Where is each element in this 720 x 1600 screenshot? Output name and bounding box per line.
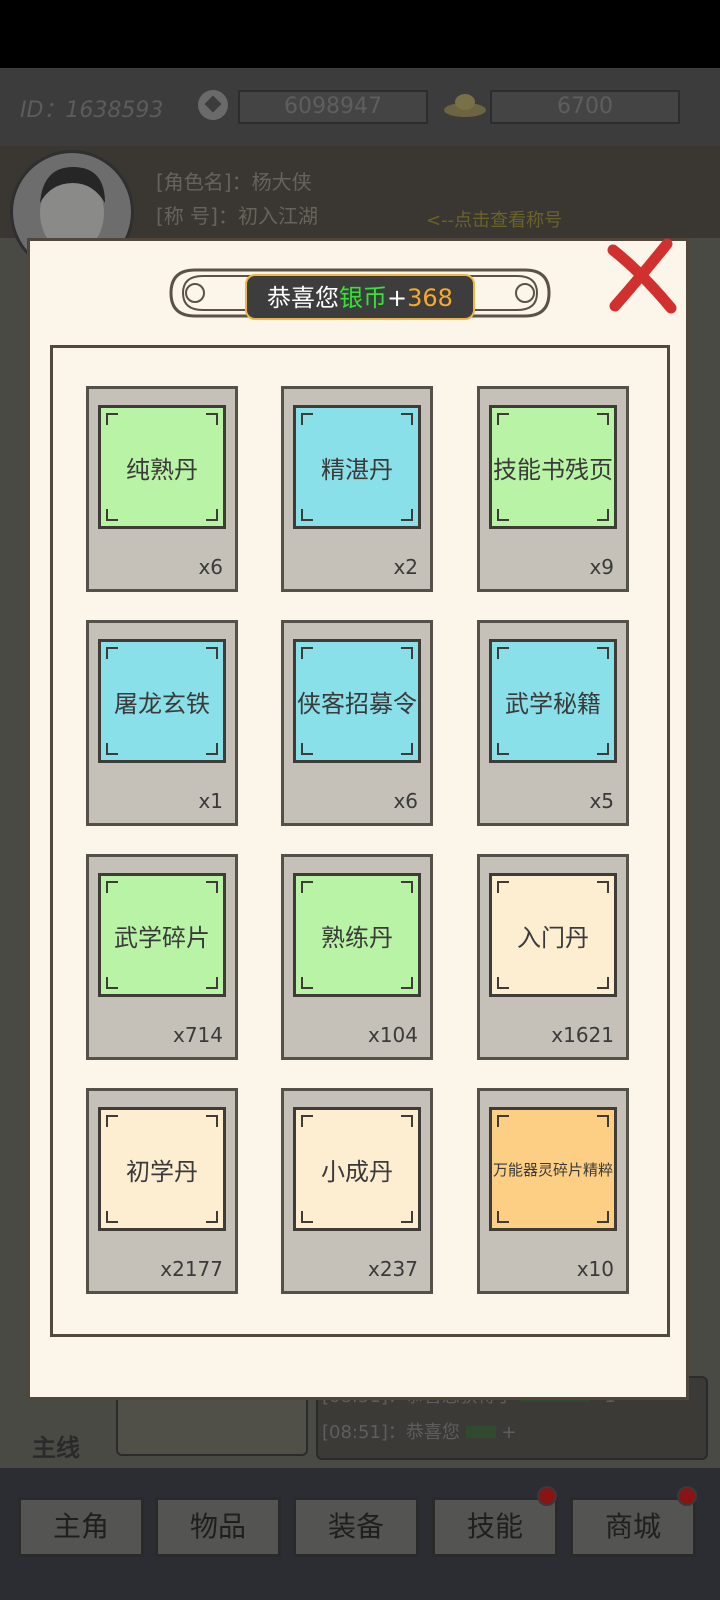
silver-coin-icon [198, 90, 228, 120]
item-count: x1 [198, 789, 223, 813]
close-icon[interactable] [605, 238, 677, 314]
player-id: ID：1638593 [20, 98, 164, 123]
toast-plus: + [387, 284, 408, 312]
chat-line-2: [08:51]：恭喜您 [322, 1422, 460, 1443]
item-count: x6 [393, 789, 418, 813]
status-bar [0, 0, 720, 68]
item-count: x2 [393, 555, 418, 579]
character-name: [角色名]：杨大侠 [156, 170, 312, 194]
toast-prefix: 恭喜您 [267, 284, 340, 312]
main-quest-button[interactable]: 主线 [32, 1428, 80, 1463]
item-icon-frame: 技能书残页 [489, 405, 617, 529]
item-name: 侠客招募令 [297, 689, 417, 718]
item-card[interactable]: 小成丹 x237 [281, 1088, 433, 1294]
item-count: x714 [172, 1023, 223, 1047]
item-card[interactable]: 精湛丹 x2 [281, 386, 433, 592]
item-count: x237 [367, 1257, 418, 1281]
item-count: x6 [198, 555, 223, 579]
item-icon-frame: 纯熟丹 [98, 405, 226, 529]
item-name: 精湛丹 [321, 455, 393, 484]
item-icon-frame: 精湛丹 [293, 405, 421, 529]
item-card[interactable]: 入门丹 x1621 [477, 854, 629, 1060]
item-card[interactable]: 万能器灵碎片精粹 x10 [477, 1088, 629, 1294]
item-card[interactable]: 熟练丹 x104 [281, 854, 433, 1060]
item-count: x10 [576, 1257, 614, 1281]
item-card[interactable]: 武学碎片 x714 [86, 854, 238, 1060]
item-count: x9 [589, 555, 614, 579]
item-icon-frame: 侠客招募令 [293, 639, 421, 763]
item-name: 武学秘籍 [505, 689, 601, 718]
shop-notification-badge [677, 1486, 697, 1506]
item-icon-frame: 武学秘籍 [489, 639, 617, 763]
item-name: 万能器灵碎片精粹 [492, 1160, 613, 1179]
character-title: [称 号]：初入江湖 [156, 204, 318, 228]
item-icon-frame: 入门丹 [489, 873, 617, 997]
title-hint-link[interactable]: <--点击查看称号 [426, 206, 562, 232]
gold-amount: 6700 [490, 90, 680, 124]
skills-notification-badge [537, 1486, 557, 1506]
item-name: 技能书残页 [493, 455, 613, 484]
toast-currency: 银币 [339, 284, 388, 312]
item-icon-frame: 初学丹 [98, 1107, 226, 1231]
item-name: 武学碎片 [114, 923, 210, 952]
gold-ingot-icon [444, 94, 486, 117]
item-card[interactable]: 武学秘籍 x5 [477, 620, 629, 826]
toast-amount: 368 [407, 284, 453, 312]
nav-protagonist[interactable]: 主角 [18, 1497, 144, 1557]
nav-skills[interactable]: 技能 [432, 1497, 558, 1557]
nav-items[interactable]: 物品 [155, 1497, 281, 1557]
nav-shop[interactable]: 商城 [570, 1497, 696, 1557]
item-card[interactable]: 纯熟丹 x6 [86, 386, 238, 592]
silver-amount: 6098947 [238, 90, 428, 124]
item-icon-frame: 武学碎片 [98, 873, 226, 997]
chat-currency-highlight [465, 1426, 496, 1438]
item-name: 熟练丹 [321, 923, 393, 952]
item-count: x1621 [551, 1023, 614, 1047]
item-name: 入门丹 [517, 923, 589, 952]
item-name: 纯熟丹 [126, 455, 198, 484]
reward-toast: 恭喜您银币+368 [245, 274, 475, 320]
item-icon-frame: 屠龙玄铁 [98, 639, 226, 763]
item-icon-frame: 小成丹 [293, 1107, 421, 1231]
item-name: 初学丹 [126, 1157, 198, 1186]
item-name: 小成丹 [321, 1157, 393, 1186]
item-card[interactable]: 初学丹 x2177 [86, 1088, 238, 1294]
item-icon-frame: 熟练丹 [293, 873, 421, 997]
nav-equipment[interactable]: 装备 [293, 1497, 419, 1557]
item-count: x5 [589, 789, 614, 813]
item-count: x2177 [160, 1257, 223, 1281]
item-card[interactable]: 屠龙玄铁 x1 [86, 620, 238, 826]
item-icon-frame: 万能器灵碎片精粹 [489, 1107, 617, 1231]
item-card[interactable]: 侠客招募令 x6 [281, 620, 433, 826]
item-card[interactable]: 技能书残页 x9 [477, 386, 629, 592]
chat-line-2-suffix: + [501, 1422, 517, 1443]
item-name: 屠龙玄铁 [114, 689, 210, 718]
item-count: x104 [367, 1023, 418, 1047]
